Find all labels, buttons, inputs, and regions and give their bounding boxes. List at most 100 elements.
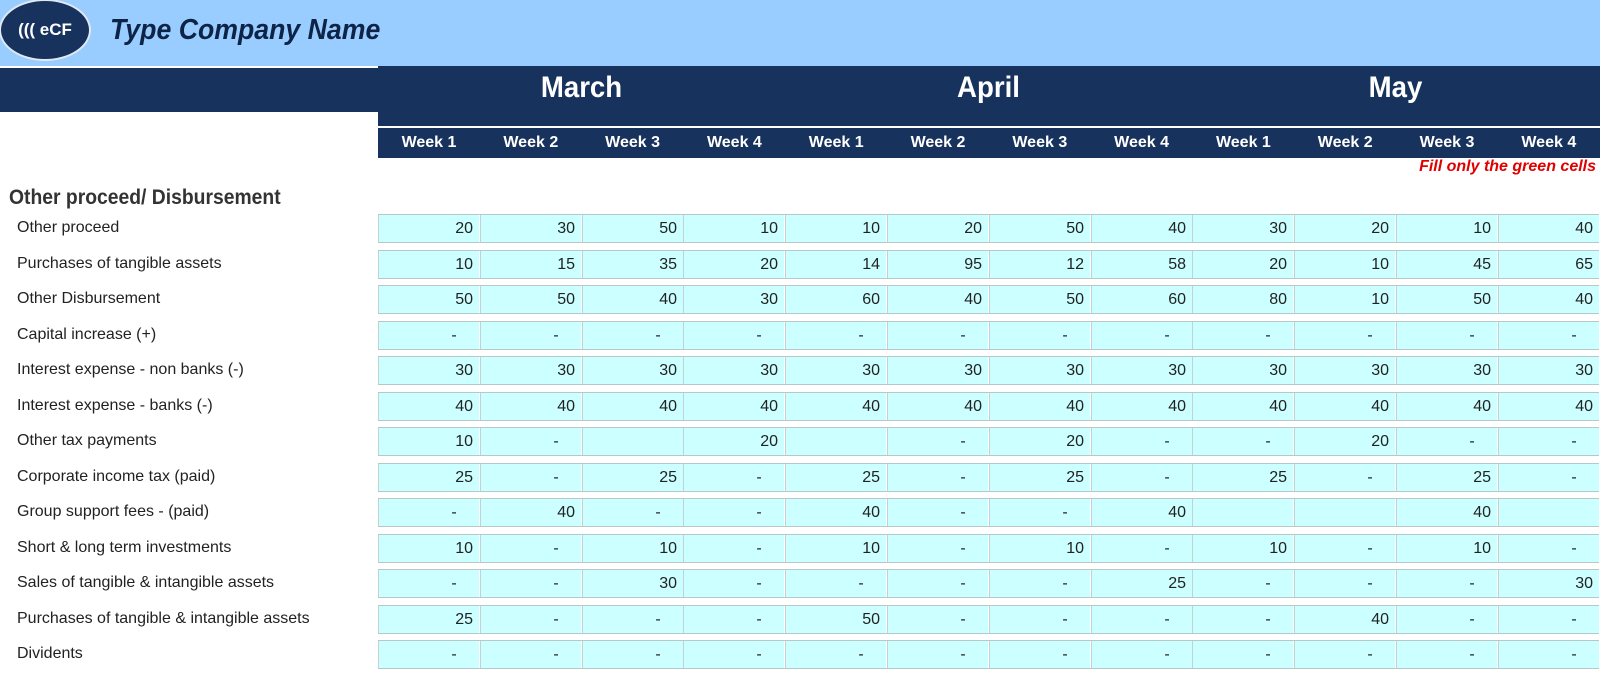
input-cell[interactable]: -: [582, 606, 683, 633]
input-cell[interactable]: 30: [1498, 570, 1599, 597]
input-cell[interactable]: -: [1091, 428, 1192, 455]
input-cell[interactable]: 25: [1091, 570, 1192, 597]
input-cell[interactable]: 50: [989, 286, 1090, 313]
input-cell[interactable]: 30: [785, 357, 886, 384]
input-cell[interactable]: -: [378, 322, 479, 349]
input-cell[interactable]: 10: [785, 535, 886, 562]
input-cell[interactable]: -: [887, 428, 988, 455]
input-cell[interactable]: -: [989, 570, 1090, 597]
input-cell[interactable]: -: [1091, 322, 1192, 349]
input-cell[interactable]: [1498, 499, 1599, 526]
input-cell[interactable]: 40: [1192, 393, 1293, 420]
input-cell[interactable]: 30: [887, 357, 988, 384]
input-cell[interactable]: -: [989, 499, 1090, 526]
input-cell[interactable]: -: [1192, 570, 1293, 597]
input-cell[interactable]: 20: [887, 215, 988, 242]
input-cell[interactable]: 40: [1294, 393, 1395, 420]
input-cell[interactable]: 50: [989, 215, 1090, 242]
input-cell[interactable]: 14: [785, 251, 886, 278]
input-cell[interactable]: 10: [378, 428, 479, 455]
input-cell[interactable]: -: [1294, 570, 1395, 597]
input-cell[interactable]: 25: [378, 464, 479, 491]
input-cell[interactable]: -: [1396, 322, 1497, 349]
input-cell[interactable]: 25: [989, 464, 1090, 491]
input-cell[interactable]: -: [1294, 322, 1395, 349]
input-cell[interactable]: 25: [785, 464, 886, 491]
input-cell[interactable]: -: [887, 570, 988, 597]
input-cell[interactable]: 25: [378, 606, 479, 633]
input-cell[interactable]: 40: [1498, 286, 1599, 313]
input-cell[interactable]: 60: [785, 286, 886, 313]
input-cell[interactable]: 40: [1396, 499, 1497, 526]
input-cell[interactable]: 50: [1396, 286, 1497, 313]
input-cell[interactable]: 50: [378, 286, 479, 313]
input-cell[interactable]: -: [1192, 641, 1293, 668]
input-cell[interactable]: 40: [1091, 215, 1192, 242]
input-cell[interactable]: -: [582, 499, 683, 526]
input-cell[interactable]: 20: [378, 215, 479, 242]
input-cell[interactable]: -: [887, 499, 988, 526]
input-cell[interactable]: [785, 428, 886, 455]
input-cell[interactable]: -: [1396, 428, 1497, 455]
input-cell[interactable]: -: [1498, 641, 1599, 668]
input-cell[interactable]: 40: [1294, 606, 1395, 633]
company-name[interactable]: Type Company Name: [110, 14, 380, 47]
input-cell[interactable]: -: [480, 535, 581, 562]
input-cell[interactable]: -: [1091, 464, 1192, 491]
input-cell[interactable]: 30: [582, 357, 683, 384]
input-cell[interactable]: -: [1498, 535, 1599, 562]
input-cell[interactable]: 30: [1192, 215, 1293, 242]
input-cell[interactable]: -: [887, 464, 988, 491]
input-cell[interactable]: -: [480, 570, 581, 597]
input-cell[interactable]: -: [1294, 535, 1395, 562]
input-cell[interactable]: -: [989, 606, 1090, 633]
input-cell[interactable]: 30: [683, 286, 784, 313]
input-cell[interactable]: 30: [1192, 357, 1293, 384]
input-cell[interactable]: 25: [1396, 464, 1497, 491]
input-cell[interactable]: -: [785, 322, 886, 349]
input-cell[interactable]: 50: [582, 215, 683, 242]
input-cell[interactable]: 12: [989, 251, 1090, 278]
input-cell[interactable]: 20: [683, 428, 784, 455]
input-cell[interactable]: 30: [1396, 357, 1497, 384]
input-cell[interactable]: 40: [378, 393, 479, 420]
input-cell[interactable]: 10: [1396, 535, 1497, 562]
input-cell[interactable]: 40: [1091, 499, 1192, 526]
input-cell[interactable]: 25: [1192, 464, 1293, 491]
input-cell[interactable]: -: [683, 570, 784, 597]
input-cell[interactable]: 65: [1498, 251, 1599, 278]
input-cell[interactable]: 35: [582, 251, 683, 278]
input-cell[interactable]: -: [1091, 641, 1192, 668]
input-cell[interactable]: [582, 428, 683, 455]
input-cell[interactable]: -: [378, 641, 479, 668]
input-cell[interactable]: 40: [785, 393, 886, 420]
input-cell[interactable]: 10: [683, 215, 784, 242]
input-cell[interactable]: -: [1396, 641, 1497, 668]
input-cell[interactable]: 40: [582, 286, 683, 313]
input-cell[interactable]: 10: [785, 215, 886, 242]
input-cell[interactable]: -: [1192, 606, 1293, 633]
input-cell[interactable]: 30: [480, 357, 581, 384]
input-cell[interactable]: 40: [887, 393, 988, 420]
input-cell[interactable]: -: [887, 322, 988, 349]
input-cell[interactable]: -: [1498, 322, 1599, 349]
input-cell[interactable]: 25: [582, 464, 683, 491]
input-cell[interactable]: 40: [582, 393, 683, 420]
input-cell[interactable]: 20: [1294, 215, 1395, 242]
input-cell[interactable]: -: [683, 641, 784, 668]
input-cell[interactable]: [1294, 499, 1395, 526]
input-cell[interactable]: 20: [683, 251, 784, 278]
input-cell[interactable]: -: [683, 322, 784, 349]
input-cell[interactable]: 50: [480, 286, 581, 313]
input-cell[interactable]: 40: [785, 499, 886, 526]
input-cell[interactable]: 40: [989, 393, 1090, 420]
input-cell[interactable]: -: [887, 606, 988, 633]
input-cell[interactable]: 40: [683, 393, 784, 420]
input-cell[interactable]: -: [785, 570, 886, 597]
input-cell[interactable]: -: [887, 535, 988, 562]
input-cell[interactable]: -: [378, 570, 479, 597]
input-cell[interactable]: -: [1294, 641, 1395, 668]
input-cell[interactable]: -: [1396, 570, 1497, 597]
input-cell[interactable]: 40: [1396, 393, 1497, 420]
input-cell[interactable]: -: [1192, 428, 1293, 455]
